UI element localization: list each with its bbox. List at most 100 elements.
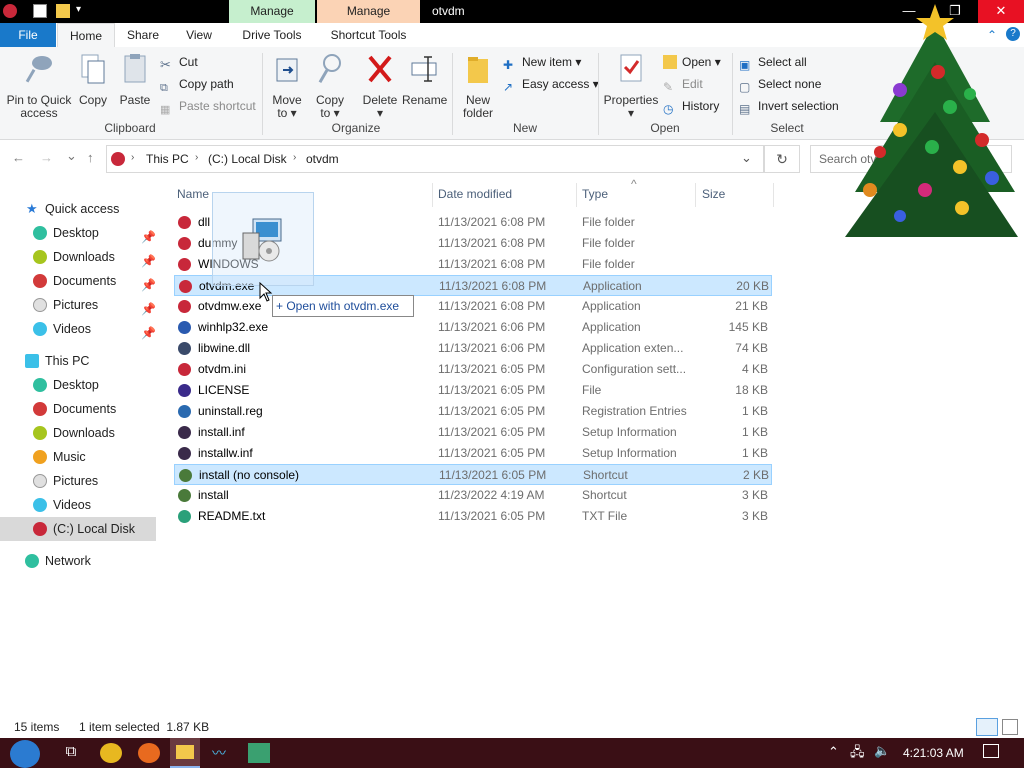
nav-pc-downloads[interactable]: Downloads: [0, 421, 156, 445]
breadcrumb-otvdm[interactable]: otvdm: [306, 152, 339, 166]
address-dropdown-button[interactable]: ⌄: [741, 150, 752, 166]
file-name: installw.inf: [198, 446, 253, 460]
file-name: README.txt: [198, 509, 266, 523]
move-to-button[interactable]: Move to ▾: [268, 51, 306, 120]
tab-file[interactable]: File: [0, 23, 56, 47]
column-name[interactable]: Name: [177, 187, 209, 201]
file-type: File folder: [582, 236, 635, 250]
tab-share[interactable]: Share: [116, 23, 170, 47]
network-tray-icon[interactable]: 🖧: [850, 743, 865, 765]
new-item-button[interactable]: ✚ New item ▾: [503, 53, 581, 72]
column-size[interactable]: Size: [702, 187, 725, 201]
customize-toolbar-icon[interactable]: ▾: [76, 4, 90, 18]
videos-icon: [33, 498, 47, 512]
file-row[interactable]: libwine.dll 11/13/2021 6:06 PM Application…: [174, 338, 772, 359]
file-row[interactable]: install 11/23/2022 4:19 AM Shortcut 3 KB: [174, 485, 772, 506]
cut-label: Cut: [179, 55, 198, 69]
refresh-button[interactable]: ↻: [764, 145, 800, 173]
nav-quick-access[interactable]: ★ Quick access: [0, 197, 156, 221]
properties-quick-icon[interactable]: [33, 4, 47, 18]
file-size: 1 KB: [741, 446, 768, 460]
column-date-modified[interactable]: Date modified: [438, 187, 512, 201]
file-type: Application exten...: [582, 341, 684, 355]
firefox-icon[interactable]: [138, 743, 160, 763]
new-folder-button[interactable]: New folder: [458, 51, 498, 120]
nav-this-pc[interactable]: This PC: [0, 349, 156, 373]
properties-button[interactable]: Properties ▾: [603, 51, 659, 120]
nav-qa-videos[interactable]: Videos 📌: [0, 317, 156, 341]
delete-button[interactable]: Delete ▾: [360, 51, 400, 120]
clock[interactable]: 4:21:03 AM: [903, 746, 964, 760]
nav-qa-downloads[interactable]: Downloads 📌: [0, 245, 156, 269]
file-row[interactable]: install (no console) 11/13/2021 6:05 PM Sh…: [174, 464, 772, 485]
nav-qa-desktop[interactable]: Desktop 📌: [0, 221, 156, 245]
nav-pc-local-disk[interactable]: (C:) Local Disk: [0, 517, 156, 541]
tab-view[interactable]: View: [172, 23, 226, 47]
address-bar[interactable]: › This PC › (C:) Local Disk › otvdm ⌄: [106, 145, 764, 173]
column-type[interactable]: Type: [582, 187, 608, 201]
start-button[interactable]: [10, 740, 40, 768]
nav-pc-desktop[interactable]: Desktop: [0, 373, 156, 397]
nav-qa-pictures[interactable]: Pictures 📌: [0, 293, 156, 317]
paste-shortcut-button[interactable]: ▦ Paste shortcut: [160, 97, 256, 116]
nav-qa-documents[interactable]: Documents 📌: [0, 269, 156, 293]
monitor-icon[interactable]: 〰: [208, 743, 230, 763]
notifications-icon[interactable]: [983, 744, 999, 758]
app-taskbar-icon[interactable]: [248, 743, 270, 763]
disk-icon: [33, 522, 47, 536]
recent-locations-button[interactable]: ⌄: [66, 148, 77, 164]
open-group-label: Open: [650, 121, 680, 135]
file-row[interactable]: installw.inf 11/13/2021 6:05 PM Setup Info…: [174, 443, 772, 464]
file-row[interactable]: install.inf 11/13/2021 6:05 PM Setup Infor…: [174, 422, 772, 443]
large-icons-view-icon[interactable]: [1002, 719, 1018, 735]
tab-manage-drive[interactable]: Manage: [229, 0, 315, 23]
file-name: install.inf: [198, 425, 245, 439]
copy-to-button[interactable]: Copy to ▾: [311, 51, 349, 120]
new-folder-quick-icon[interactable]: [56, 4, 70, 18]
nav-pc-documents[interactable]: Documents: [0, 397, 156, 421]
file-row[interactable]: uninstall.reg 11/13/2021 6:05 PM Registrat…: [174, 401, 772, 422]
breadcrumb-this-pc[interactable]: This PC: [146, 152, 189, 166]
volume-icon[interactable]: 🔈: [874, 743, 890, 759]
pin-icon: 📌: [141, 326, 156, 340]
file-explorer-taskbar-button[interactable]: [170, 738, 200, 768]
copy-button[interactable]: Copy: [76, 51, 110, 107]
nav-pc-videos[interactable]: Videos: [0, 493, 156, 517]
file-type: Configuration sett...: [582, 362, 687, 376]
rename-button[interactable]: Rename: [402, 51, 447, 107]
paste-button[interactable]: Paste: [118, 51, 152, 107]
cut-button[interactable]: ✂ Cut: [160, 53, 198, 72]
breadcrumb-local-disk[interactable]: (C:) Local Disk: [208, 152, 287, 166]
invert-selection-button[interactable]: ▤ Invert selection: [739, 97, 839, 116]
nav-pc-pictures[interactable]: Pictures: [0, 469, 156, 493]
tab-manage-shortcut[interactable]: Manage: [317, 0, 420, 23]
file-row[interactable]: otvdm.ini 11/13/2021 6:05 PM Configuration…: [174, 359, 772, 380]
edit-button[interactable]: ✎ Edit: [663, 75, 703, 94]
selection-info: 1 item selected 1.87 KB: [79, 720, 210, 734]
file-size: 74 KB: [735, 341, 768, 355]
back-button[interactable]: ←: [12, 150, 25, 165]
paste-shortcut-label: Paste shortcut: [179, 99, 256, 113]
forward-button[interactable]: →: [40, 150, 53, 165]
nav-network[interactable]: Network: [0, 549, 156, 573]
file-row[interactable]: README.txt 11/13/2021 6:05 PM TXT File 3 KB: [174, 506, 772, 527]
tab-shortcut-tools[interactable]: Shortcut Tools: [317, 23, 420, 47]
tab-home[interactable]: Home: [57, 23, 115, 48]
open-button[interactable]: Open ▾: [663, 53, 721, 71]
file-row[interactable]: LICENSE 11/13/2021 6:05 PM File 18 KB: [174, 380, 772, 401]
show-hidden-icons-icon[interactable]: ⌃: [828, 744, 839, 760]
window-title: otvdm: [432, 4, 465, 18]
task-view-icon[interactable]: ⧉: [60, 743, 82, 763]
pin-to-quick-access-button[interactable]: Pin to Quick access: [4, 51, 74, 120]
copy-path-button[interactable]: ⧉ Copy path: [160, 75, 234, 94]
select-none-button[interactable]: ▢ Select none: [739, 75, 821, 94]
select-all-button[interactable]: ▣ Select all: [739, 53, 807, 72]
chrome-icon[interactable]: [100, 743, 122, 763]
details-view-icon[interactable]: [976, 718, 998, 736]
up-button[interactable]: ↑: [87, 150, 94, 165]
history-button[interactable]: ◷ History: [663, 97, 719, 116]
tab-drive-tools[interactable]: Drive Tools: [229, 23, 315, 47]
file-row[interactable]: winhlp32.exe 11/13/2021 6:06 PM Applicatio…: [174, 317, 772, 338]
nav-pc-music[interactable]: Music: [0, 445, 156, 469]
easy-access-button[interactable]: ↗ Easy access ▾: [503, 75, 599, 94]
